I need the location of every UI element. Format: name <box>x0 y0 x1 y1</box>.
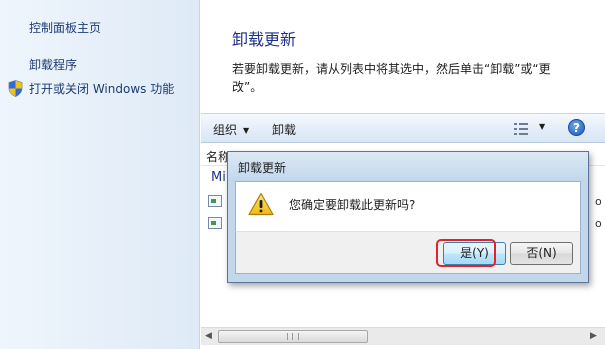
list-group-label[interactable]: Mi <box>211 170 226 185</box>
navigation-pane: 控制面板主页 卸载程序 打开或关闭 Windows 功能 <box>0 0 200 349</box>
scroll-right-arrow-icon[interactable]: ▶ <box>590 331 597 341</box>
instruction-text: 若要卸载更新，请从列表中将其选中，然后单击“卸载”或“更改”。 <box>232 62 551 94</box>
no-button[interactable]: 否(N) <box>510 242 573 265</box>
dialog-title: 卸载更新 <box>238 161 287 175</box>
grip-icon <box>287 333 299 340</box>
uac-shield-icon <box>8 80 23 97</box>
warning-icon <box>248 192 274 216</box>
organize-menu-button[interactable]: 组织 ▼ <box>213 121 249 138</box>
windows-features-link[interactable]: 打开或关闭 Windows 功能 <box>29 80 174 97</box>
dialog-titlebar[interactable]: 卸载更新 <box>228 152 588 180</box>
uninstall-button[interactable]: 卸载 <box>272 121 296 138</box>
scroll-left-arrow-icon[interactable]: ◀ <box>205 331 212 341</box>
chevron-down-icon: ▼ <box>243 126 250 135</box>
dialog-body: 您确定要卸载此更新吗? <box>235 181 581 231</box>
list-item[interactable]: o <box>595 195 602 208</box>
list-item[interactable]: o <box>595 217 602 230</box>
control-panel-home-link[interactable]: 控制面板主页 <box>29 19 101 36</box>
yes-button[interactable]: 是(Y) <box>443 242 506 265</box>
dialog-button-bar: 是(Y) 否(N) <box>235 231 581 274</box>
dialog-message: 您确定要卸载此更新吗? <box>289 198 416 212</box>
confirm-uninstall-dialog: 卸载更新 您确定要卸载此更新吗? 是(Y) 否(N) <box>227 151 589 283</box>
page-title: 卸载更新 <box>232 30 297 49</box>
update-item-icon[interactable] <box>208 195 222 207</box>
update-item-icon[interactable] <box>208 217 222 229</box>
scrollbar-thumb[interactable] <box>218 330 368 343</box>
command-toolbar: 组织 ▼ 卸载 ▼ ? <box>201 113 605 143</box>
views-dropdown-icon[interactable]: ▼ <box>539 122 545 131</box>
help-button[interactable]: ? <box>568 119 585 136</box>
organize-label: 组织 <box>213 123 238 137</box>
horizontal-scrollbar[interactable]: ◀ ▶ <box>201 327 605 345</box>
uninstall-program-link[interactable]: 卸载程序 <box>29 56 77 73</box>
view-options-icon[interactable] <box>514 123 528 135</box>
